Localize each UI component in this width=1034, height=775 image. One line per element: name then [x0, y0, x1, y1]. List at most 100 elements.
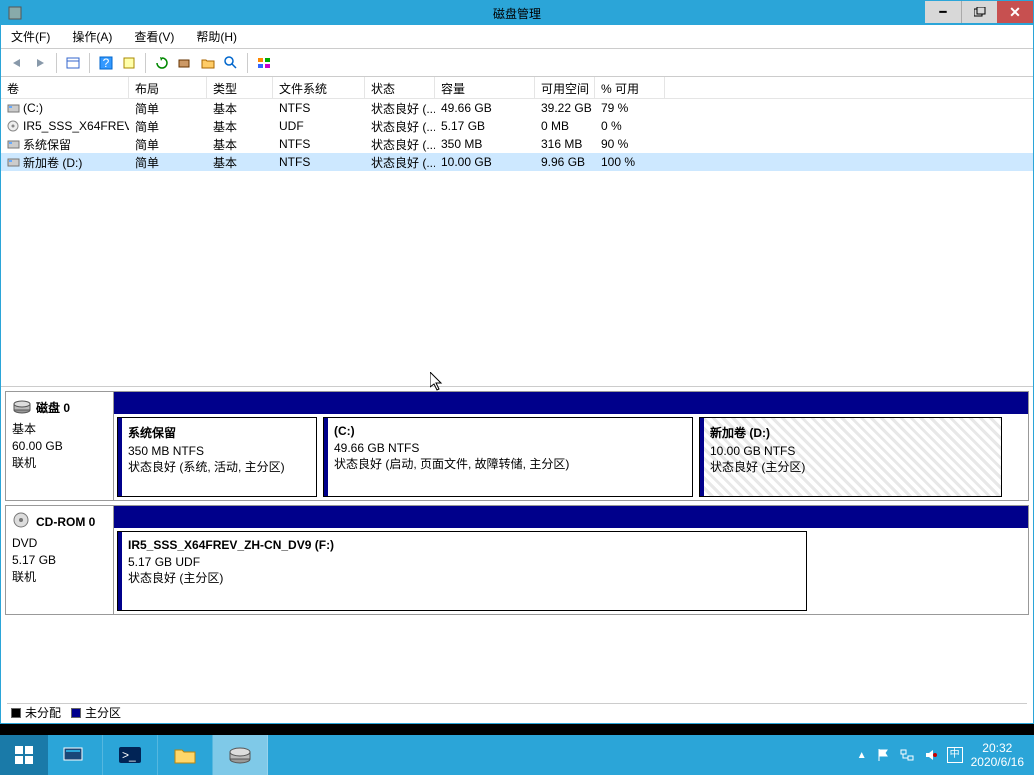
- tray-ime-icon[interactable]: 中: [947, 747, 963, 763]
- table-header: 卷 布局 类型 文件系统 状态 容量 可用空间 % 可用: [1, 77, 1033, 99]
- partition-size: 5.17 GB UDF: [124, 554, 800, 570]
- table-row[interactable]: IR5_SSS_X64FREV...简单基本UDF状态良好 (...5.17 G…: [1, 117, 1033, 135]
- menu-file[interactable]: 文件(F): [7, 26, 54, 47]
- close-button[interactable]: ✕: [997, 1, 1033, 23]
- cell-type: 基本: [207, 154, 273, 171]
- cell-type: 基本: [207, 100, 273, 117]
- partition[interactable]: 系统保留350 MB NTFS状态良好 (系统, 活动, 主分区): [117, 417, 317, 497]
- forward-button[interactable]: [30, 53, 50, 73]
- tray-clock[interactable]: 20:32 2020/6/16: [971, 741, 1024, 769]
- col-pct[interactable]: % 可用: [595, 77, 665, 98]
- cell-free: 0 MB: [535, 119, 595, 133]
- legend-primary-label: 主分区: [85, 704, 121, 721]
- col-filesystem[interactable]: 文件系统: [273, 77, 365, 98]
- disk-panel[interactable]: 磁盘 0基本60.00 GB联机系统保留350 MB NTFS状态良好 (系统,…: [1, 387, 1033, 723]
- cell-free: 9.96 GB: [535, 155, 595, 169]
- menu-action[interactable]: 操作(A): [68, 26, 116, 47]
- legend-unallocated-label: 未分配: [25, 704, 61, 721]
- table-row[interactable]: 系统保留简单基本NTFS状态良好 (...350 MB316 MB90 %: [1, 135, 1033, 153]
- cell-capacity: 49.66 GB: [435, 101, 535, 115]
- cell-status: 状态良好 (...: [365, 100, 435, 117]
- find-button[interactable]: [221, 53, 241, 73]
- window-title: 磁盘管理: [493, 5, 541, 22]
- folder-button[interactable]: [198, 53, 218, 73]
- app-icon: [5, 3, 25, 23]
- legend-primary-swatch: [71, 708, 81, 718]
- col-type[interactable]: 类型: [207, 77, 273, 98]
- volume-icon: [7, 120, 21, 132]
- task-explorer[interactable]: [158, 735, 213, 775]
- partition-status: 状态良好 (系统, 活动, 主分区): [124, 459, 310, 475]
- properties-button[interactable]: [119, 53, 139, 73]
- partition-title: (C:): [330, 424, 686, 438]
- task-disk-management[interactable]: [213, 735, 268, 775]
- volume-name: 新加卷 (D:): [23, 154, 82, 171]
- tray-arrow-icon[interactable]: ▲: [857, 750, 867, 761]
- disk-icon: [12, 512, 32, 531]
- cell-free: 39.22 GB: [535, 101, 595, 115]
- table-row[interactable]: (C:)简单基本NTFS状态良好 (...49.66 GB39.22 GB79 …: [1, 99, 1033, 117]
- volume-icon: [7, 156, 21, 168]
- menu-help[interactable]: 帮助(H): [192, 26, 241, 47]
- cell-capacity: 5.17 GB: [435, 119, 535, 133]
- tray-network-icon[interactable]: [899, 747, 915, 763]
- toolbar: ?: [1, 49, 1033, 77]
- rescan-button[interactable]: [175, 53, 195, 73]
- col-capacity[interactable]: 容量: [435, 77, 535, 98]
- partition-status: 状态良好 (主分区): [706, 459, 995, 475]
- disk-size: 5.17 GB: [12, 552, 107, 569]
- cell-layout: 简单: [129, 100, 207, 117]
- volume-icon: [7, 138, 21, 150]
- cell-status: 状态良好 (...: [365, 136, 435, 153]
- disk-title: 磁盘 0: [36, 399, 70, 416]
- partition[interactable]: (C:) 49.66 GB NTFS状态良好 (启动, 页面文件, 故障转储, 主…: [323, 417, 693, 497]
- minimize-button[interactable]: ━: [925, 1, 961, 23]
- task-server-manager[interactable]: [48, 735, 103, 775]
- disk-row: 磁盘 0基本60.00 GB联机系统保留350 MB NTFS状态良好 (系统,…: [5, 391, 1029, 501]
- legend-unallocated-swatch: [11, 708, 21, 718]
- disk-info: CD-ROM 0DVD5.17 GB联机: [6, 506, 114, 614]
- partition-size: 49.66 GB NTFS: [330, 440, 686, 456]
- cell-status: 状态良好 (...: [365, 118, 435, 135]
- refresh-button[interactable]: [152, 53, 172, 73]
- cell-layout: 简单: [129, 118, 207, 135]
- disk-info: 磁盘 0基本60.00 GB联机: [6, 392, 114, 500]
- tray-time: 20:32: [971, 741, 1024, 755]
- help-button[interactable]: ?: [96, 53, 116, 73]
- menu-bar: 文件(F) 操作(A) 查看(V) 帮助(H): [1, 25, 1033, 49]
- volume-name: IR5_SSS_X64FREV...: [23, 119, 129, 133]
- col-volume[interactable]: 卷: [1, 77, 129, 98]
- partition[interactable]: 新加卷 (D:)10.00 GB NTFS状态良好 (主分区): [699, 417, 1002, 497]
- task-powershell[interactable]: >_: [103, 735, 158, 775]
- volumes-table[interactable]: 卷 布局 类型 文件系统 状态 容量 可用空间 % 可用 (C:)简单基本NTF…: [1, 77, 1033, 387]
- disk-kind: DVD: [12, 535, 107, 552]
- partition[interactable]: IR5_SSS_X64FREV_ZH-CN_DV9 (F:)5.17 GB UD…: [117, 531, 807, 611]
- title-bar: 磁盘管理 ━ ✕: [1, 1, 1033, 25]
- partition-headerbar: [114, 506, 1028, 528]
- tray-sound-icon[interactable]: [923, 747, 939, 763]
- partition-title: 系统保留: [124, 424, 310, 441]
- col-layout[interactable]: 布局: [129, 77, 207, 98]
- start-button[interactable]: [0, 735, 48, 775]
- show-hide-button[interactable]: [63, 53, 83, 73]
- table-row[interactable]: 新加卷 (D:)简单基本NTFS状态良好 (...10.00 GB9.96 GB…: [1, 153, 1033, 171]
- col-status[interactable]: 状态: [365, 77, 435, 98]
- partition-headerbar: [114, 392, 1028, 414]
- volume-name: 系统保留: [23, 136, 71, 153]
- cell-pct: 79 %: [595, 101, 665, 115]
- cell-status: 状态良好 (...: [365, 154, 435, 171]
- partition-status: 状态良好 (启动, 页面文件, 故障转储, 主分区): [330, 456, 686, 472]
- list-button[interactable]: [254, 53, 274, 73]
- partition-size: 10.00 GB NTFS: [706, 443, 995, 459]
- legend: 未分配 主分区: [7, 703, 1027, 721]
- cell-layout: 简单: [129, 154, 207, 171]
- cell-layout: 简单: [129, 136, 207, 153]
- back-button[interactable]: [7, 53, 27, 73]
- col-free[interactable]: 可用空间: [535, 77, 595, 98]
- taskbar: >_ ▲ 中 20:32 2020/6/16: [0, 735, 1034, 775]
- tray-flag-icon[interactable]: [875, 747, 891, 763]
- menu-view[interactable]: 查看(V): [130, 26, 178, 47]
- restore-button[interactable]: [961, 1, 997, 23]
- volume-name: (C:): [23, 101, 43, 115]
- cell-pct: 0 %: [595, 119, 665, 133]
